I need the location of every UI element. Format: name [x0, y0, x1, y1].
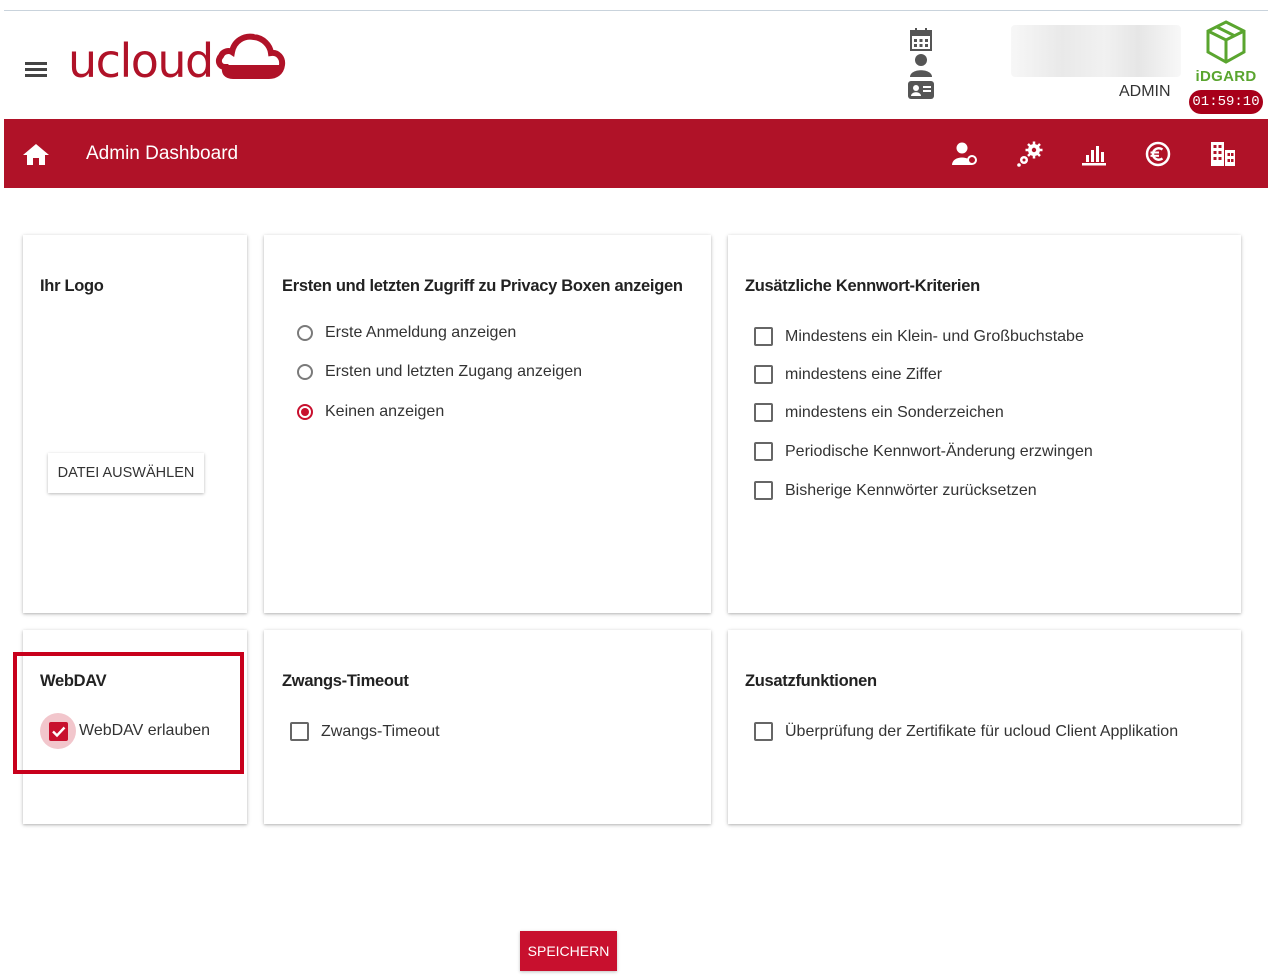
- checkbox-reset-passwords[interactable]: Bisherige Kennwörter zurücksetzen: [754, 481, 1037, 500]
- radio-label: Erste Anmeldung anzeigen: [325, 324, 517, 341]
- checkbox-label: mindestens ein Sonderzeichen: [785, 403, 1004, 421]
- building-icon[interactable]: [1209, 141, 1237, 167]
- checkbox-certificate-check[interactable]: Überprüfung der Zertifikate für ucloud C…: [754, 722, 1178, 741]
- highlight-annotation: [13, 652, 244, 774]
- page-title: Admin Dashboard: [86, 143, 239, 164]
- settings-gears-icon[interactable]: [1016, 141, 1044, 167]
- checkbox-label: Überprüfung der Zertifikate für ucloud C…: [785, 722, 1179, 740]
- checkbox[interactable]: [754, 327, 773, 346]
- app-header: ucloud ADMIN iDGARD 01:59:10: [0, 11, 1268, 119]
- checkbox-special-char[interactable]: mindestens ein Sonderzeichen: [754, 403, 1004, 422]
- user-icon[interactable]: [906, 53, 936, 77]
- session-timer[interactable]: 01:59:10: [1189, 90, 1263, 114]
- calendar-icon[interactable]: [906, 28, 936, 52]
- checkbox-label: Bisherige Kennwörter zurücksetzen: [785, 481, 1037, 499]
- password-criteria-card-title: Zusätzliche Kennwort-Kriterien: [745, 277, 980, 295]
- checkbox-label: Zwangs-Timeout: [321, 722, 440, 740]
- user-name-blurred: [1011, 25, 1181, 77]
- checkbox-label: Periodische Kennwort-Änderung erzwingen: [785, 442, 1093, 460]
- logo-card-title: Ihr Logo: [40, 277, 104, 295]
- quick-icons: [906, 28, 938, 103]
- menu-icon[interactable]: [25, 62, 47, 78]
- ucloud-logo[interactable]: ucloud: [68, 21, 287, 101]
- checkbox[interactable]: [754, 365, 773, 384]
- cloud-logo-icon: [215, 33, 285, 79]
- home-icon[interactable]: [22, 142, 50, 166]
- checkbox-periodic-change[interactable]: Periodische Kennwort-Änderung erzwingen: [754, 442, 1093, 461]
- radio-option-none[interactable]: Keinen anzeigen: [297, 403, 444, 421]
- idgard-logo: iDGARD: [1192, 19, 1260, 85]
- radio-label: Keinen anzeigen: [325, 403, 445, 420]
- user-role: ADMIN: [1119, 83, 1171, 100]
- idgard-brand: iDGARD: [1195, 68, 1257, 85]
- radio-button-selected[interactable]: [297, 404, 313, 420]
- checkbox-upper-lower-case[interactable]: Mindestens ein Klein- und Großbuchstabe: [754, 327, 1084, 346]
- checkbox-label: Mindestens ein Klein- und Großbuchstabe: [785, 327, 1084, 345]
- extra-functions-card-title: Zusatzfunktionen: [745, 672, 877, 690]
- checkbox[interactable]: [754, 403, 773, 422]
- choose-file-button[interactable]: DATEI AUSWÄHLEN: [48, 453, 204, 493]
- checkbox-forced-timeout[interactable]: Zwangs-Timeout: [290, 722, 440, 741]
- checkbox[interactable]: [754, 481, 773, 500]
- radio-option-first-last-access[interactable]: Ersten und letzten Zugang anzeigen: [297, 363, 582, 381]
- logo-text: ucloud: [68, 34, 214, 88]
- main-navbar: Admin Dashboard: [4, 119, 1268, 188]
- radio-button[interactable]: [297, 325, 313, 341]
- idgard-cube-icon: [1206, 20, 1246, 64]
- checkbox-digit[interactable]: mindestens eine Ziffer: [754, 365, 942, 384]
- save-button[interactable]: SPEICHERN: [520, 931, 617, 971]
- checkbox[interactable]: [290, 722, 309, 741]
- radio-label: Ersten und letzten Zugang anzeigen: [325, 363, 583, 380]
- contact-card-icon[interactable]: [906, 78, 936, 102]
- checkbox[interactable]: [754, 442, 773, 461]
- forced-timeout-card-title: Zwangs-Timeout: [282, 672, 409, 690]
- statistics-chart-icon[interactable]: [1080, 141, 1108, 167]
- users-gear-icon[interactable]: [950, 141, 978, 167]
- radio-button[interactable]: [297, 364, 313, 380]
- euro-icon[interactable]: [1144, 141, 1172, 167]
- radio-option-first-login[interactable]: Erste Anmeldung anzeigen: [297, 324, 516, 342]
- privacy-access-card-title: Ersten und letzten Zugriff zu Privacy Bo…: [282, 277, 683, 295]
- checkbox-label: mindestens eine Ziffer: [785, 365, 943, 383]
- checkbox[interactable]: [754, 722, 773, 741]
